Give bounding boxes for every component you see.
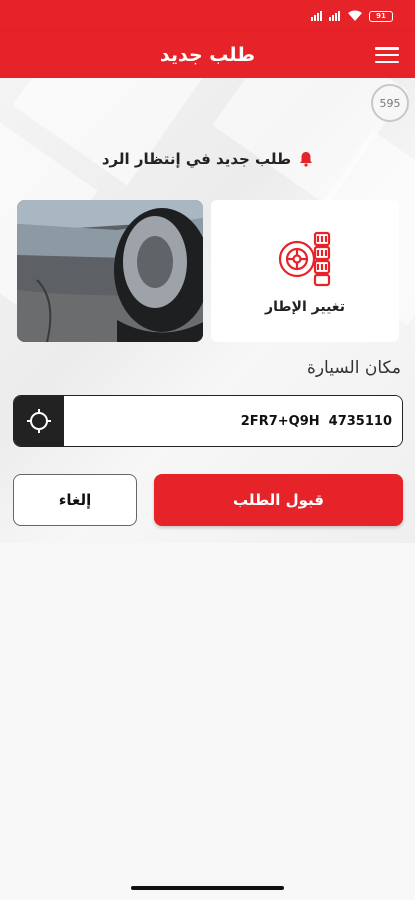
locate-button[interactable] xyxy=(14,396,64,446)
signal-icon xyxy=(311,11,323,21)
cancel-button[interactable]: إلغاء xyxy=(13,474,137,526)
crosshair-icon xyxy=(27,409,51,433)
signal-icon-2 xyxy=(329,11,341,21)
notice-text: طلب جديد في إنتظار الرد xyxy=(101,150,292,168)
wifi-icon xyxy=(348,10,362,21)
location-field xyxy=(13,395,403,447)
status-bar: 91 xyxy=(0,0,415,32)
app-bar: طلب جديد xyxy=(0,32,415,78)
counter-badge: 595 xyxy=(371,84,409,122)
location-label: مكان السيارة xyxy=(306,358,401,378)
empty-area xyxy=(0,543,415,900)
accept-button[interactable]: قبول الطلب xyxy=(154,474,403,526)
home-indicator[interactable] xyxy=(131,886,284,890)
location-input[interactable] xyxy=(64,396,402,446)
tire-change-icon xyxy=(278,231,331,287)
flat-tire-photo xyxy=(17,200,203,342)
menu-icon[interactable] xyxy=(375,45,399,65)
bell-icon xyxy=(300,152,313,167)
service-label: تغيير الإطار xyxy=(265,299,345,315)
pending-notice: طلب جديد في إنتظار الرد xyxy=(0,150,415,168)
battery-icon: 91 xyxy=(369,10,393,22)
flat-tire-image xyxy=(17,200,203,342)
battery-level: 91 xyxy=(376,12,386,20)
counter-value: 595 xyxy=(379,96,401,110)
page-title: طلب جديد xyxy=(159,44,256,66)
service-row: تغيير الإطار xyxy=(17,200,399,342)
service-card: تغيير الإطار xyxy=(211,200,399,342)
